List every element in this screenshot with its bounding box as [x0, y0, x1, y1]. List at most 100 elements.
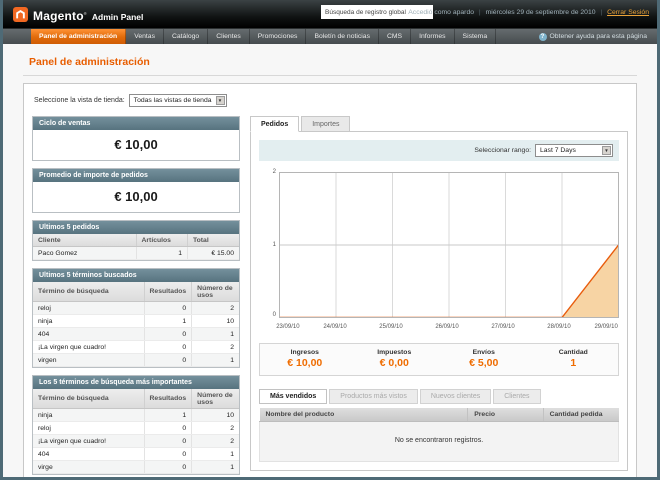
nav-item-boletin[interactable]: Boletín de noticias: [306, 29, 379, 44]
get-help-link[interactable]: ? Obtener ayuda para esta página: [539, 29, 658, 44]
table-row[interactable]: ninja 1 10: [33, 409, 239, 422]
average-orders-title: Promedio de importe de pedidos: [33, 169, 239, 182]
lifetime-sales-value: € 10,00: [33, 130, 239, 160]
table-row[interactable]: 404 0 1: [33, 328, 239, 341]
col-term: Término de búsqueda: [33, 389, 144, 409]
cell-term: reloj: [33, 302, 144, 315]
table-row[interactable]: Paco Gomez 1 € 15.00: [33, 247, 239, 260]
nav-item-catalogo[interactable]: Catálogo: [164, 29, 208, 44]
nav-item-promociones[interactable]: Promociones: [250, 29, 307, 44]
col-qty: Cantidad pedida: [543, 408, 618, 422]
table-row[interactable]: 404 0 1: [33, 448, 239, 461]
separator: |: [600, 9, 602, 16]
orders-chart: 2 1 0 23/09/10 24/09/10 25/09/10 26/09/1…: [265, 172, 615, 334]
range-selected: Last 7 Days: [540, 147, 576, 154]
last-search-table: Término de búsqueda Resultados Número de…: [33, 282, 239, 367]
cell-results: 0: [144, 328, 192, 341]
top-search-title: Los 5 términos de búsqueda más important…: [33, 376, 239, 389]
nav-item-cms[interactable]: CMS: [379, 29, 411, 44]
cell-uses: 10: [192, 409, 239, 422]
nav-item-informes[interactable]: Informes: [411, 29, 454, 44]
table-row[interactable]: reloj 0 2: [33, 422, 239, 435]
stat-label: Ingresos: [260, 349, 350, 356]
logout-link[interactable]: Cerrar Sesión: [607, 9, 649, 16]
stat-label: Envíos: [439, 349, 529, 356]
bestsellers-table: Nombre del producto Precio Cantidad pedi…: [259, 408, 619, 462]
last-search-panel: Ultimos 5 términos buscados Término de b…: [32, 268, 240, 368]
cell-term: 404: [33, 328, 144, 341]
table-row[interactable]: virge 0 1: [33, 461, 239, 474]
cell-term: 404: [33, 448, 144, 461]
col-results: Resultados: [144, 389, 192, 409]
nav-item-dashboard[interactable]: Panel de administración: [31, 29, 126, 44]
magento-logo-icon: [13, 7, 28, 22]
range-bar: Seleccionar rango: Last 7 Days ▼: [259, 140, 619, 161]
chart-tabs: Pedidos Importes: [250, 116, 628, 131]
cell-uses: 2: [192, 302, 239, 315]
col-uses: Número de usos: [192, 389, 239, 409]
dashboard-container: Seleccione la vista de tienda: Todas las…: [23, 83, 637, 480]
cell-uses: 10: [192, 315, 239, 328]
cell-term: virgen: [33, 354, 144, 367]
tab-productos-mas-vistos[interactable]: Productos más vistos: [329, 389, 418, 405]
table-row[interactable]: ¡La virgen que cuadro! 0 2: [33, 341, 239, 354]
tab-nuevos-clientes[interactable]: Nuevos clientes: [420, 389, 491, 405]
cell-results: 0: [144, 461, 192, 474]
cell-term: ninja: [33, 409, 144, 422]
product-name: Admin Panel: [92, 12, 143, 22]
y-tick: 1: [265, 242, 276, 248]
lifetime-sales-panel: Ciclo de ventas € 10,00: [32, 116, 240, 161]
col-results: Resultados: [144, 282, 192, 302]
cell-term: ninja: [33, 315, 144, 328]
x-tick: 27/09/10: [491, 324, 514, 330]
cell-term: ¡La virgen que cuadro!: [33, 435, 144, 448]
last-orders-panel: Ultimos 5 pedidos Cliente Artículos Tota…: [32, 220, 240, 261]
last-orders-table: Cliente Artículos Total Paco Gomez 1 € 1…: [33, 234, 239, 260]
cell-uses: 1: [192, 354, 239, 367]
tab-mas-vendidos[interactable]: Más vendidos: [259, 389, 327, 405]
brand-name: Magento®: [33, 9, 87, 23]
store-view-selected: Todas las vistas de tienda: [134, 97, 212, 104]
tab-pedidos[interactable]: Pedidos: [250, 116, 299, 132]
header-user-area: Accedió como apardo | miércoles 29 de se…: [408, 9, 649, 16]
table-row[interactable]: virgen 0 1: [33, 354, 239, 367]
stat-cantidad: Cantidad 1: [529, 349, 619, 369]
stat-value: € 10,00: [260, 357, 350, 369]
nav-item-clientes[interactable]: Clientes: [208, 29, 250, 44]
cell-total: € 15.00: [188, 247, 240, 260]
cell-results: 0: [144, 448, 192, 461]
help-label: Obtener ayuda para esta página: [550, 33, 648, 40]
range-select[interactable]: Last 7 Days ▼: [535, 144, 613, 157]
table-row[interactable]: ¡La virgen que cuadro! 0 2: [33, 435, 239, 448]
stat-value: € 0,00: [350, 357, 440, 369]
top-search-panel: Los 5 términos de búsqueda más important…: [32, 375, 240, 475]
dashboard-right-column: Pedidos Importes Seleccionar rango: Last…: [250, 116, 628, 471]
nav-item-ventas[interactable]: Ventas: [126, 29, 164, 44]
cell-items: 1: [136, 247, 188, 260]
x-tick: 24/09/10: [323, 324, 346, 330]
magento-logo: Magento® Admin Panel: [13, 5, 143, 23]
col-total: Total: [188, 234, 240, 247]
logged-in-as: Accedió como apardo: [408, 9, 474, 16]
stat-label: Cantidad: [529, 349, 619, 356]
tab-clientes[interactable]: Clientes: [493, 389, 540, 405]
x-tick: 29/09/10: [594, 324, 617, 330]
stat-label: Impuestos: [350, 349, 440, 356]
store-switcher-label: Seleccione la vista de tienda:: [34, 97, 125, 104]
tab-importes[interactable]: Importes: [301, 116, 350, 132]
x-tick: 25/09/10: [379, 324, 402, 330]
nav-item-sistema[interactable]: Sistema: [455, 29, 497, 44]
last-search-title: Ultimos 5 términos buscados: [33, 269, 239, 282]
y-tick: 2: [265, 169, 276, 175]
trademark-mark: ®: [84, 11, 87, 16]
table-row[interactable]: reloj 0 2: [33, 302, 239, 315]
col-term: Término de búsqueda: [33, 282, 144, 302]
cell-results: 0: [144, 422, 192, 435]
x-tick: 23/09/10: [276, 324, 299, 330]
average-orders-value: € 10,00: [33, 182, 239, 212]
store-view-select[interactable]: Todas las vistas de tienda ▼: [129, 94, 227, 107]
table-row[interactable]: ninja 1 10: [33, 315, 239, 328]
cell-results: 0: [144, 341, 192, 354]
range-label: Seleccionar rango:: [474, 147, 531, 154]
cell-results: 1: [144, 315, 192, 328]
